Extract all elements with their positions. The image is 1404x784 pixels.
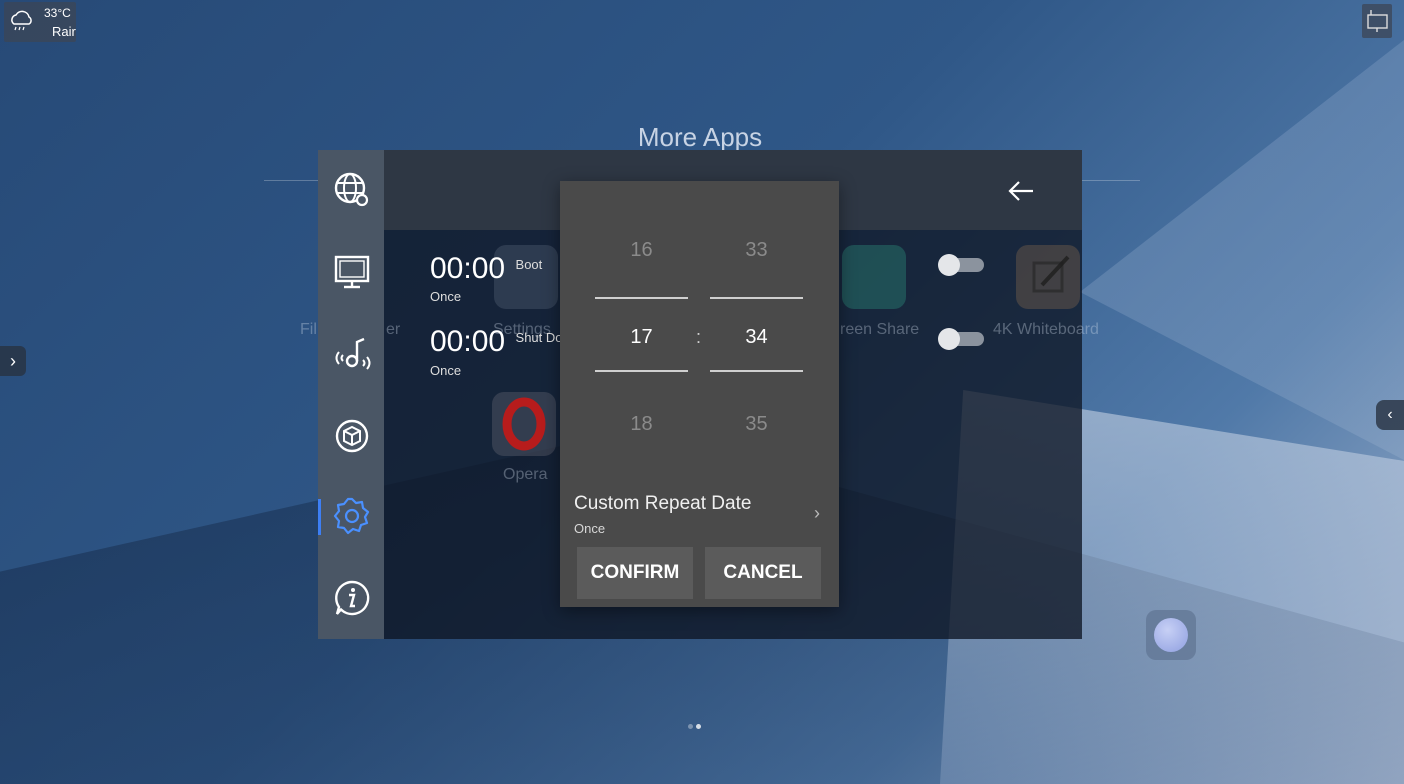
hour-prev[interactable]: 16 xyxy=(595,239,688,262)
floating-assistant-button[interactable] xyxy=(1146,610,1196,660)
left-edge-expand-button[interactable]: › xyxy=(0,346,26,376)
toggle-knob xyxy=(938,254,960,276)
selection-line xyxy=(595,370,688,372)
page-dot-active xyxy=(696,724,701,729)
opera-icon xyxy=(502,397,546,451)
schedule-type: Boot xyxy=(515,257,543,272)
page-dot xyxy=(688,724,693,729)
apps-icon[interactable] xyxy=(332,416,372,456)
screen-share-app-icon xyxy=(842,245,906,309)
selection-line xyxy=(710,370,803,372)
pen-icon xyxy=(1032,255,1070,293)
hour-next[interactable]: 18 xyxy=(595,413,688,436)
schedule-type: Shut Do xyxy=(515,330,563,345)
whiteboard-label: 4K Whiteboard xyxy=(993,321,1099,338)
settings-icon[interactable] xyxy=(332,496,372,536)
more-apps-title: More Apps xyxy=(637,122,763,152)
cloud-rain-icon xyxy=(11,10,32,31)
minute-prev[interactable]: 33 xyxy=(710,239,803,262)
info-icon[interactable] xyxy=(332,578,372,618)
background-shape xyxy=(1080,40,1404,460)
display-icon[interactable] xyxy=(332,252,372,292)
boot-toggle[interactable] xyxy=(938,254,984,276)
right-edge-expand-button[interactable]: ‹ xyxy=(1376,400,1404,430)
weather-temperature: 33°C xyxy=(44,6,71,20)
schedule-repeat: Once xyxy=(430,363,462,378)
file-manager-label: Fil xyxy=(300,321,317,338)
audio-icon[interactable] xyxy=(332,334,372,374)
weather-widget[interactable]: 33°C Rair xyxy=(4,2,76,42)
hour-selected[interactable]: 17 xyxy=(595,326,688,349)
screen-icon xyxy=(1367,10,1388,32)
assistant-ball-icon xyxy=(1154,618,1188,652)
opera-label: Opera xyxy=(503,466,548,483)
whiteboard-app-icon xyxy=(1016,245,1080,309)
opera-app-icon xyxy=(492,392,556,456)
time-picker-dialog: 16 33 17 : 34 18 35 Custom Repeat Date O… xyxy=(560,181,839,607)
schedule-time: 00:00 xyxy=(430,252,506,285)
time-separator: : xyxy=(696,327,702,347)
back-arrow-icon[interactable] xyxy=(1006,176,1036,206)
screen-icon-button[interactable] xyxy=(1362,4,1392,38)
screen-share-label: reen Share xyxy=(840,321,920,338)
minute-next[interactable]: 35 xyxy=(710,413,803,436)
custom-repeat-date-value: Once xyxy=(574,521,606,536)
selection-line xyxy=(595,297,688,299)
boot-schedule-row[interactable]: 00:00 Boot xyxy=(430,252,542,286)
settings-side-nav xyxy=(318,150,384,639)
shutdown-toggle[interactable] xyxy=(938,328,984,350)
weather-condition: Rair xyxy=(52,24,76,39)
toggle-knob xyxy=(938,328,960,350)
active-indicator xyxy=(318,499,321,535)
schedule-repeat: Once xyxy=(430,289,462,304)
chevron-right-icon[interactable]: › xyxy=(814,503,820,524)
shutdown-schedule-row[interactable]: 00:00 Shut Do xyxy=(430,325,563,359)
schedule-time: 00:00 xyxy=(430,325,506,358)
minute-selected[interactable]: 34 xyxy=(710,326,803,349)
selection-line xyxy=(710,297,803,299)
page-indicator xyxy=(688,724,708,730)
cancel-button[interactable]: CANCEL xyxy=(705,547,821,599)
confirm-button[interactable]: CONFIRM xyxy=(577,547,693,599)
file-manager-label-tail: er xyxy=(386,321,401,338)
network-settings-icon[interactable] xyxy=(332,170,372,210)
custom-repeat-date-title[interactable]: Custom Repeat Date xyxy=(574,493,751,515)
